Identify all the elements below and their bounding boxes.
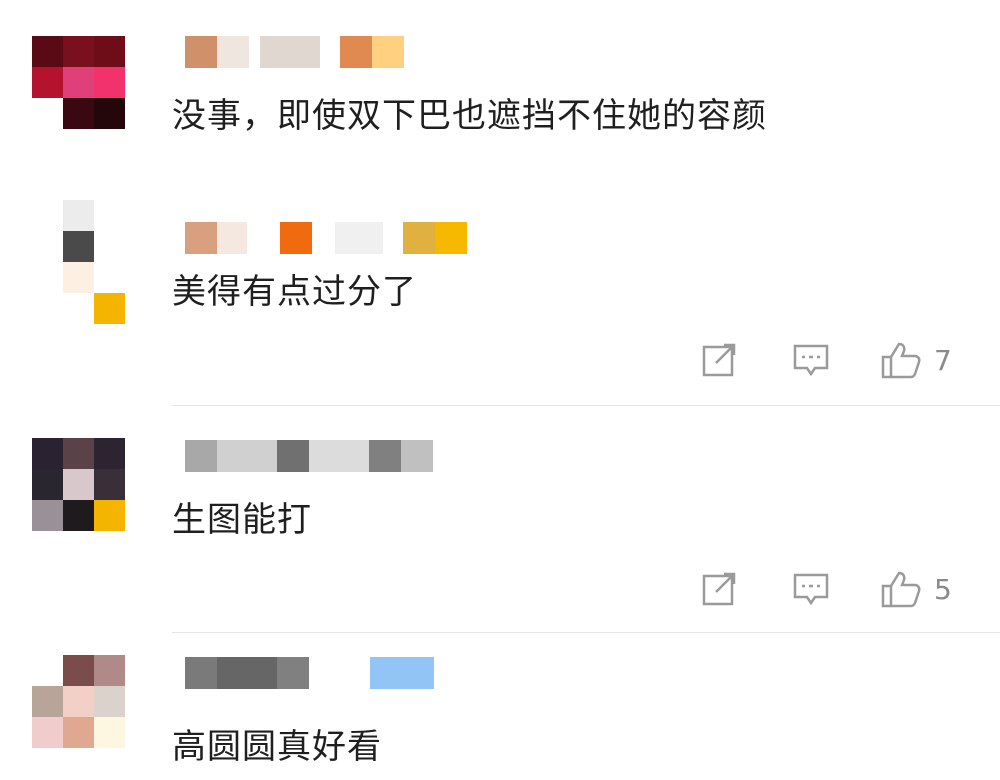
avatar-pixel (94, 36, 125, 67)
avatar-pixel (63, 500, 94, 531)
divider (172, 632, 1000, 633)
comment-text: 生图能打 (172, 500, 312, 540)
avatar-pixel (32, 36, 63, 67)
username-pixel-block (335, 222, 383, 254)
username-pixel-block (185, 657, 217, 689)
avatar[interactable] (32, 200, 125, 324)
like-button[interactable]: 7 (880, 340, 952, 380)
avatar-pixel (94, 438, 125, 469)
avatar-pixel (63, 686, 94, 717)
comment-icon (793, 573, 829, 606)
avatar-pixel (63, 469, 94, 500)
username-pixel-block (403, 222, 435, 254)
like-button[interactable]: 5 (880, 569, 952, 609)
username-pixel-block (372, 36, 404, 68)
avatar-pixel (32, 717, 63, 748)
comment-icon (793, 344, 829, 377)
username-pixel-block (185, 222, 217, 254)
avatar-pixel (32, 438, 63, 469)
avatar[interactable] (32, 438, 125, 531)
comment-text: 美得有点过分了 (172, 272, 417, 312)
avatar-pixel (63, 67, 94, 98)
username-pixel-block (217, 440, 277, 472)
avatar-pixel (32, 98, 63, 129)
username-pixel-block (217, 657, 277, 689)
like-count: 5 (934, 572, 952, 606)
avatar-pixel (94, 67, 125, 98)
comment-actions: 5 (680, 569, 1000, 609)
username-pixel-block (309, 440, 369, 472)
avatar-pixel (94, 469, 125, 500)
avatar-pixel (32, 500, 63, 531)
reply-button[interactable] (792, 340, 830, 380)
username-pixel-block (435, 222, 467, 254)
avatar-pixel (94, 686, 125, 717)
avatar-pixel (32, 686, 63, 717)
avatar-pixel (32, 655, 63, 686)
username-pixel-block (185, 440, 217, 472)
share-button[interactable] (700, 340, 738, 380)
share-icon (702, 572, 736, 606)
avatar-pixel (63, 438, 94, 469)
avatar-pixel (32, 67, 63, 98)
avatar-pixel (94, 655, 125, 686)
username-pixel-block (217, 222, 247, 254)
avatar-pixel (63, 717, 94, 748)
username-pixel-block (280, 222, 312, 254)
username-pixel-block (217, 36, 249, 68)
divider (172, 405, 1000, 406)
avatar[interactable] (32, 36, 125, 129)
like-count: 7 (934, 343, 952, 377)
username-pixel-block (369, 440, 401, 472)
avatar-pixel (94, 293, 125, 324)
avatar-pixel (63, 655, 94, 686)
avatar-pixel (94, 717, 125, 748)
username-pixel-block (340, 36, 372, 68)
username-pixel-block (185, 36, 217, 68)
avatar[interactable] (32, 655, 125, 748)
username-pixel-block (277, 657, 309, 689)
avatar-pixel (32, 469, 63, 500)
thumbs-up-icon (881, 342, 921, 379)
avatar-pixel (63, 262, 94, 293)
avatar-pixel (63, 98, 94, 129)
comment-text: 没事，即使双下巴也遮挡不住她的容颜 (172, 96, 767, 136)
comment-text: 高圆圆真好看 (172, 727, 382, 767)
avatar-pixel (63, 200, 94, 231)
thumbs-up-icon (881, 571, 921, 608)
username-pixel-block (401, 440, 433, 472)
username-pixel-block (370, 657, 434, 689)
reply-button[interactable] (792, 569, 830, 609)
share-button[interactable] (700, 569, 738, 609)
comment-actions: 7 (680, 340, 1000, 380)
share-icon (702, 343, 736, 377)
username-pixel-block (277, 440, 309, 472)
avatar-pixel (63, 231, 94, 262)
avatar-pixel (94, 500, 125, 531)
avatar-pixel (63, 36, 94, 67)
avatar-pixel (94, 98, 125, 129)
username-pixel-block (260, 36, 320, 68)
